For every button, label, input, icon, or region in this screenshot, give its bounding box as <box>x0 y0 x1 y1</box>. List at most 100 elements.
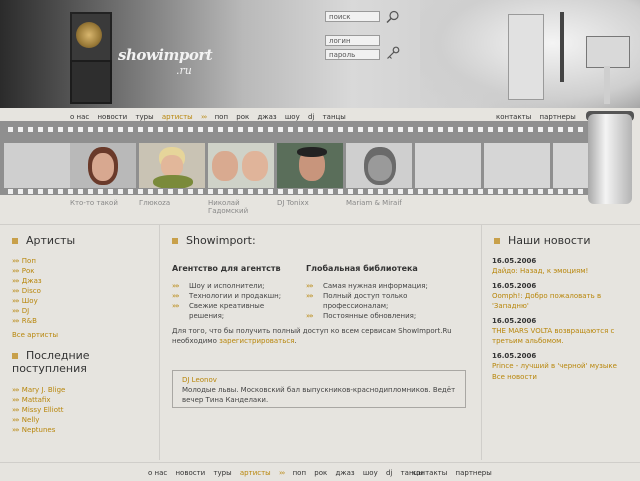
column-divider <box>481 225 482 460</box>
cabinet-image <box>508 14 544 100</box>
nav-about[interactable]: о нас <box>70 113 89 121</box>
artist-link[interactable]: Missy Elliott <box>22 406 64 414</box>
news-date: 16.05.2006 <box>492 257 537 265</box>
nav-news[interactable]: новости <box>175 469 205 477</box>
list-item: Mattafix <box>12 395 65 405</box>
genre-link[interactable]: Поп <box>22 257 36 265</box>
news-heading: Наши новости <box>494 234 590 247</box>
news-date: 16.05.2006 <box>492 317 537 325</box>
film-canister-image <box>588 114 632 204</box>
film-frame-empty <box>415 143 481 188</box>
artist-link[interactable]: Nelly <box>22 416 40 424</box>
nav-arrows-icon: ››› <box>200 113 207 121</box>
register-link[interactable]: зарегистрироваться <box>219 337 294 345</box>
artist-link[interactable]: Neptunes <box>22 426 56 434</box>
genre-link[interactable]: DJ <box>22 307 29 315</box>
list-item: Постоянные обновления; <box>306 311 446 321</box>
genre-link[interactable]: Disco <box>22 287 41 295</box>
agency-heading: Агентство для агентств <box>172 264 281 273</box>
register-info-text: Для того, что бы получить полный доступ … <box>172 327 452 345</box>
artist-caption-1[interactable]: Кто-то такой <box>70 199 142 207</box>
nav-contacts[interactable]: контакты <box>496 113 531 121</box>
nav-genre-show[interactable]: шоу <box>363 469 378 477</box>
latest-heading: Последние поступления <box>12 349 152 375</box>
nav-genre-pop[interactable]: поп <box>215 113 228 121</box>
nav-genre-jazz[interactable]: джаз <box>257 113 276 121</box>
nav-artists[interactable]: артисты <box>240 469 271 477</box>
genre-link[interactable]: Рок <box>22 267 35 275</box>
all-artists-link[interactable]: Все артисты <box>12 331 58 339</box>
nav-tours[interactable]: туры <box>135 113 153 121</box>
list-item: Технологии и продакшн; <box>172 291 297 301</box>
key-icon[interactable] <box>386 46 400 60</box>
login-field[interactable]: логин <box>325 35 380 46</box>
list-item: Самая нужная информация; <box>306 281 446 291</box>
news-link[interactable]: Дайдо: Назад, к эмоциям! <box>492 266 632 276</box>
artist-link[interactable]: Mary J. Blige <box>22 386 66 394</box>
search-input[interactable]: поиск <box>325 11 380 22</box>
nav-genre-rock[interactable]: рок <box>236 113 249 121</box>
footer-divider <box>0 462 640 463</box>
genre-link[interactable]: R&B <box>22 317 37 325</box>
site-logo[interactable]: showimport <box>118 46 213 64</box>
quote-box: DJ Leonov Молодые львы. Московский бал в… <box>172 370 466 408</box>
nav-genre-dj[interactable]: dj <box>308 113 314 121</box>
nav-partners[interactable]: партнеры <box>456 469 492 477</box>
nav-news[interactable]: новости <box>97 113 127 121</box>
latest-list: Mary J. Blige Mattafix Missy Elliott Nel… <box>12 385 66 435</box>
nav-genre-dj[interactable]: dj <box>386 469 392 477</box>
list-item: Nelly <box>12 415 65 425</box>
nav-genre-show[interactable]: шоу <box>285 113 300 121</box>
quote-author-link[interactable]: DJ Leonov <box>182 376 217 384</box>
all-news-link[interactable]: Все новости <box>492 373 537 381</box>
artist-photo-1[interactable] <box>70 143 136 188</box>
artist-caption-4[interactable]: DJ Tonixx <box>277 199 349 207</box>
artist-photo-2[interactable] <box>139 143 205 188</box>
nav-genre-jazz[interactable]: джаз <box>335 469 354 477</box>
list-item: Шоу и исполнители; <box>172 281 297 291</box>
news-date: 16.05.2006 <box>492 352 537 360</box>
nav-contacts[interactable]: контакты <box>412 469 447 477</box>
film-frame-empty <box>4 143 70 188</box>
list-item: Mary J. Blige <box>12 385 66 395</box>
register-info: Для того, что бы получить полный доступ … <box>172 326 472 346</box>
library-list: Самая нужная информация; Полный доступ т… <box>306 281 446 321</box>
nav-tours[interactable]: туры <box>213 469 231 477</box>
agency-list: Шоу и исполнители; Технологии и продакшн… <box>172 281 297 321</box>
news-link[interactable]: Oomph!: Добро пожаловать в 'Западню' <box>492 291 632 311</box>
film-frame-empty <box>553 143 588 188</box>
news-link[interactable]: THE MARS VOLTA возвращаются с третьим ал… <box>492 326 632 346</box>
amp-stand-image <box>604 66 610 104</box>
footer-nav: о нас новости туры артисты ››› поп рок д… <box>148 469 430 481</box>
nav-about[interactable]: о нас <box>148 469 167 477</box>
artist-photo-5[interactable] <box>346 143 412 188</box>
nav-genre-rock[interactable]: рок <box>314 469 327 477</box>
library-heading: Глобальная библиотека <box>306 264 418 273</box>
column-divider <box>159 225 160 460</box>
amplifier-image <box>586 36 630 68</box>
nav-arrows-icon: ››› <box>278 469 285 477</box>
footer-nav-right: контакты партнеры <box>412 469 498 481</box>
genre-link[interactable]: Джаз <box>22 277 42 285</box>
news-date: 16.05.2006 <box>492 282 537 290</box>
film-perforation-bottom <box>8 189 588 194</box>
nav-partners[interactable]: партнеры <box>540 113 576 121</box>
mic-stand-image <box>560 12 564 82</box>
list-item: Поп <box>12 256 42 266</box>
nav-genre-pop[interactable]: поп <box>293 469 306 477</box>
artist-caption-5[interactable]: Mariam & Miraif <box>346 199 418 207</box>
nav-artists[interactable]: артисты <box>162 113 193 121</box>
artist-caption-2[interactable]: Глюкоzа <box>139 199 211 207</box>
artist-photo-3[interactable] <box>208 143 274 188</box>
search-icon[interactable] <box>386 10 400 24</box>
artist-link[interactable]: Mattafix <box>22 396 51 404</box>
nav-genre-dance[interactable]: танцы <box>323 113 346 121</box>
password-field[interactable]: пароль <box>325 49 380 60</box>
artist-caption-3[interactable]: Николай Гадомский <box>208 199 268 215</box>
news-link[interactable]: Prince - лучший в 'черной' музыке <box>492 361 632 371</box>
genre-link[interactable]: Шоу <box>22 297 38 305</box>
artists-heading: Артисты <box>12 234 75 247</box>
artist-photo-4[interactable] <box>277 143 343 188</box>
list-item: Рок <box>12 266 42 276</box>
list-item: Свежие креативные решения; <box>172 301 297 321</box>
